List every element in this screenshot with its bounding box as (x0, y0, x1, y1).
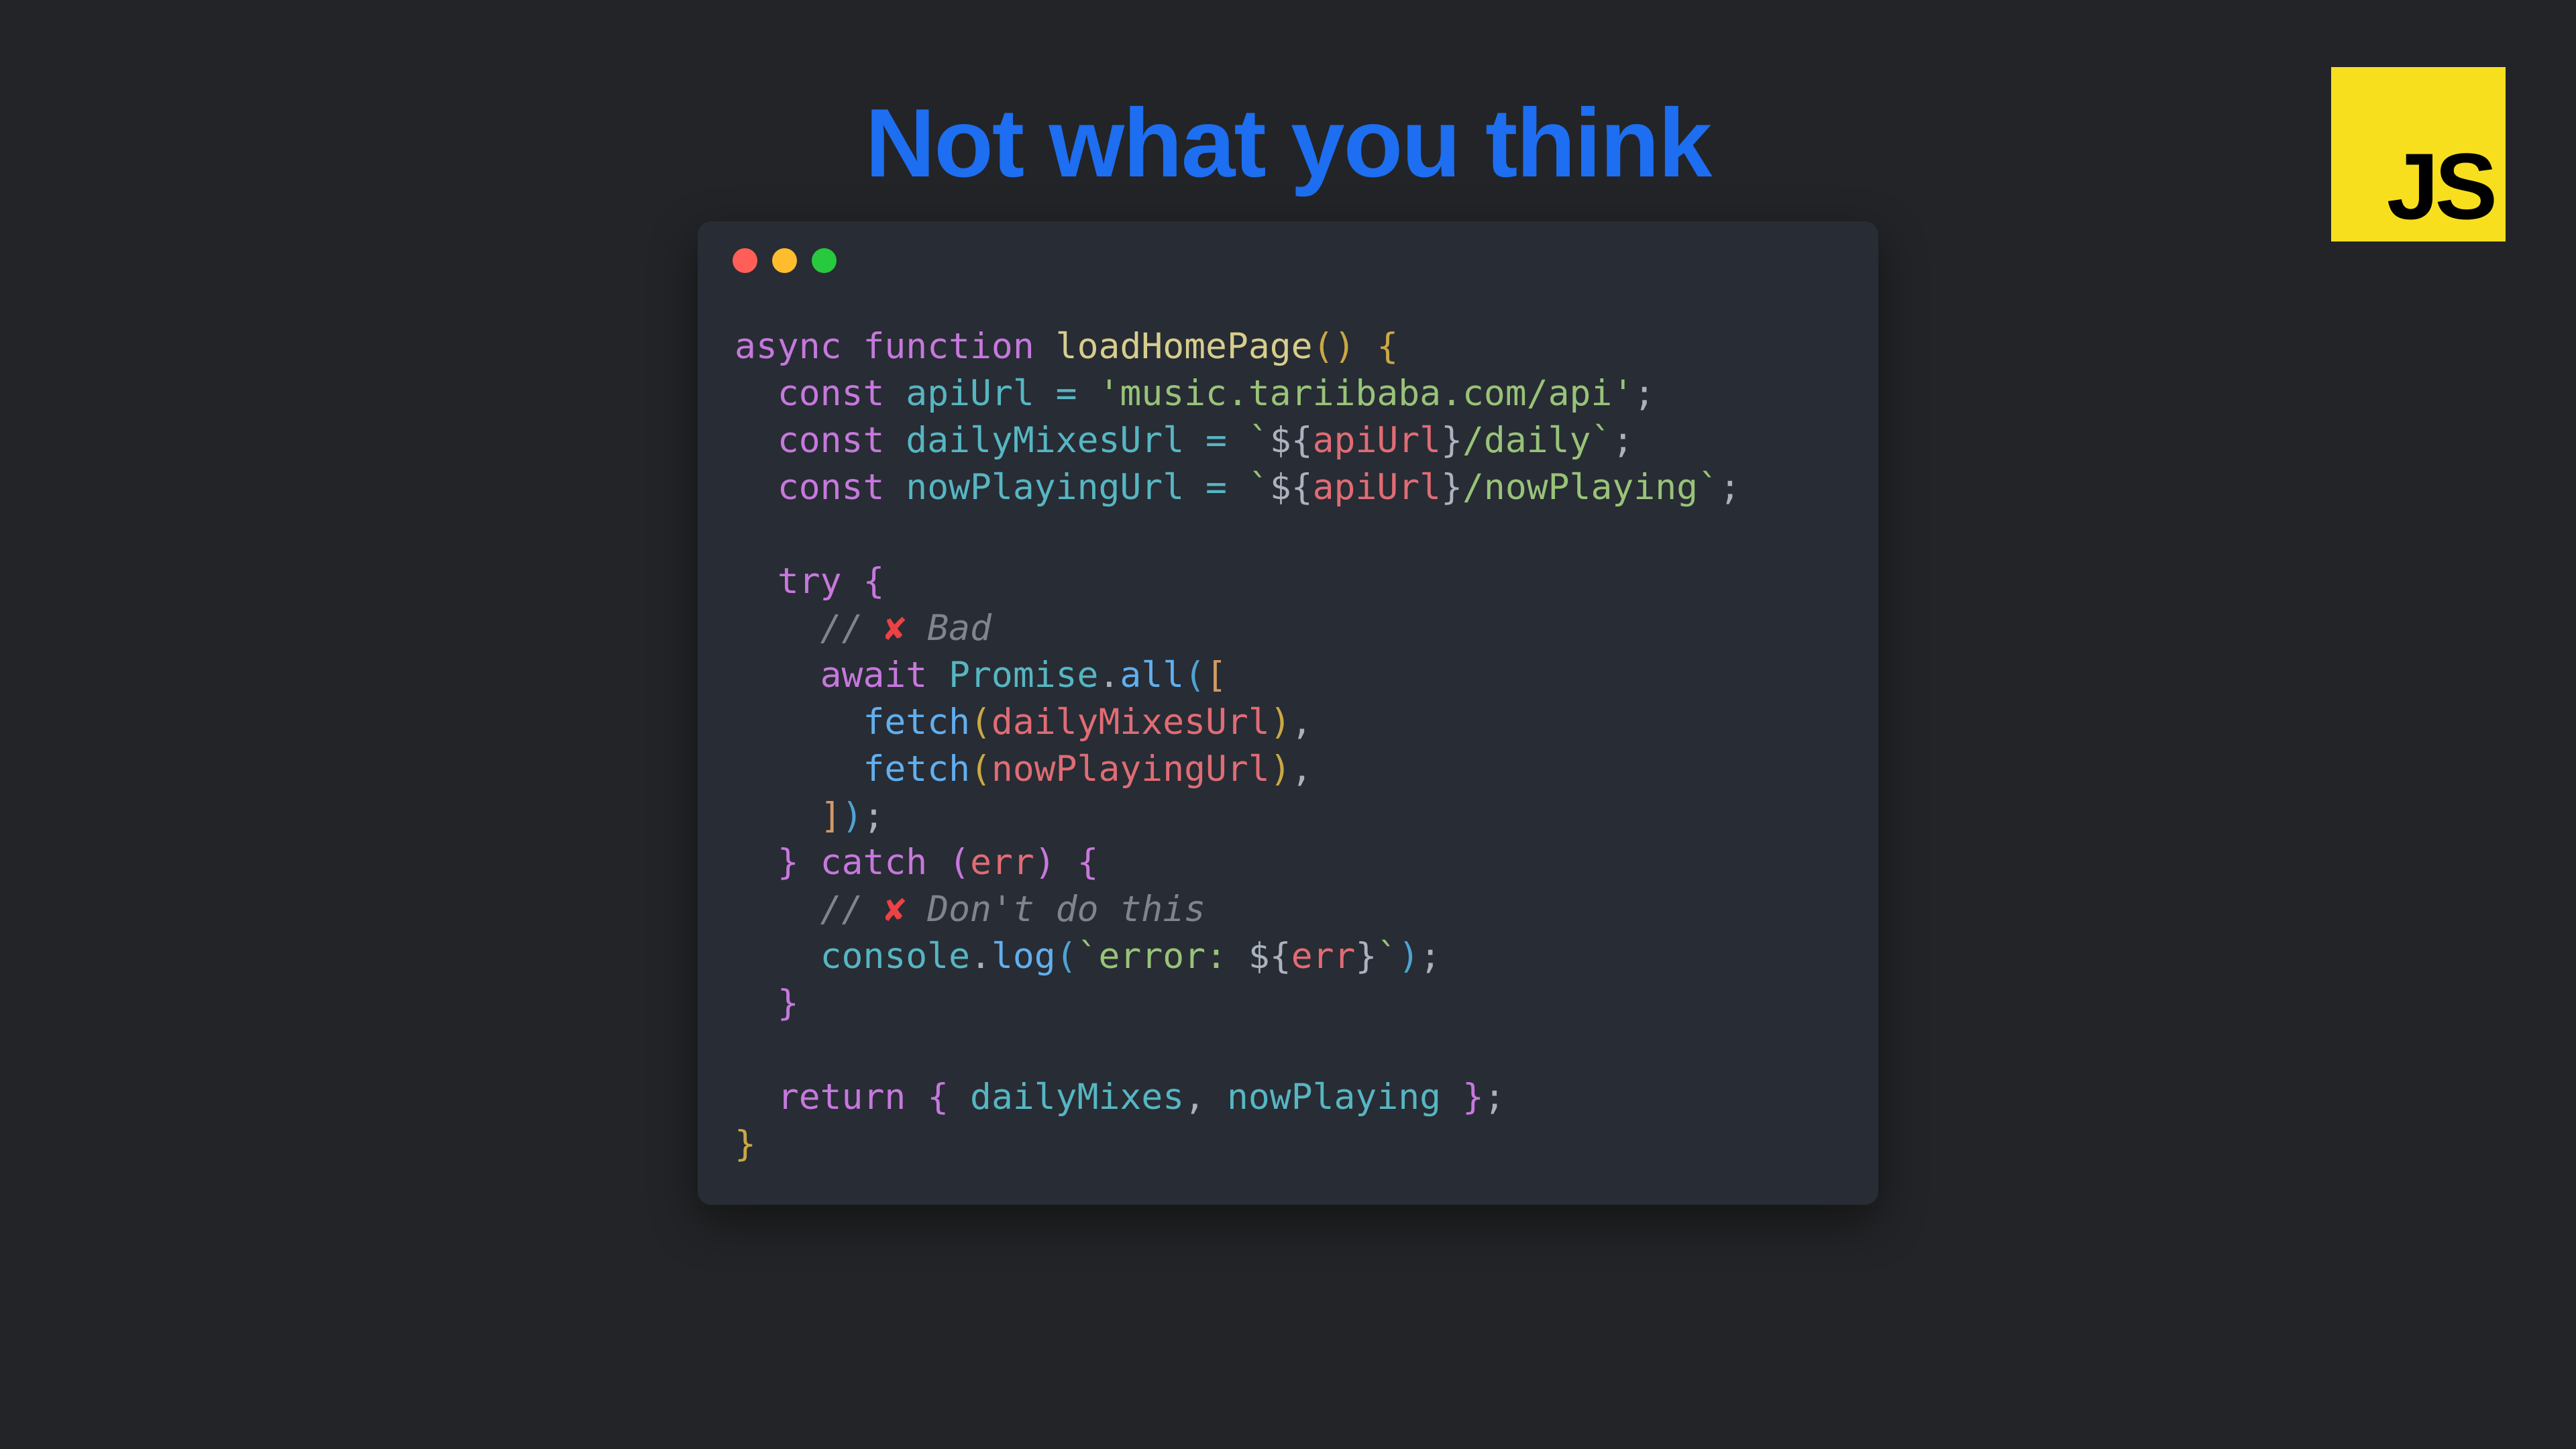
code-line: console.log(`error: ${err}`); (735, 933, 1841, 980)
code-line: const dailyMixesUrl = `${apiUrl}/daily`; (735, 417, 1841, 464)
close-icon (733, 248, 757, 273)
code-line: } (735, 1121, 1841, 1168)
code-line: async function loadHomePage() { (735, 323, 1841, 370)
code-line: // ✘ Bad (735, 605, 1841, 652)
maximize-icon (812, 248, 837, 273)
page-title: Not what you think (0, 87, 2576, 199)
code-line: fetch(nowPlayingUrl), (735, 746, 1841, 793)
js-logo-label: JS (2387, 140, 2493, 233)
code-line: // ✘ Don't do this (735, 886, 1841, 933)
code-line: ]); (735, 793, 1841, 840)
code-line: } catch (err) { (735, 839, 1841, 886)
code-line: const apiUrl = 'music.tariibaba.com/api'… (735, 370, 1841, 417)
code-line: try { (735, 558, 1841, 605)
code-line: const nowPlayingUrl = `${apiUrl}/nowPlay… (735, 464, 1841, 511)
code-snippet: async function loadHomePage() { const ap… (698, 273, 1878, 1205)
code-line: fetch(dailyMixesUrl), (735, 699, 1841, 746)
code-line: } (735, 980, 1841, 1027)
code-line: await Promise.all([ (735, 652, 1841, 699)
code-line: return { dailyMixes, nowPlaying }; (735, 1074, 1841, 1121)
code-line (735, 1027, 1841, 1074)
code-window: async function loadHomePage() { const ap… (698, 221, 1878, 1205)
minimize-icon (772, 248, 797, 273)
code-line (735, 511, 1841, 558)
js-logo: JS (2331, 67, 2506, 241)
window-titlebar (698, 221, 1878, 273)
